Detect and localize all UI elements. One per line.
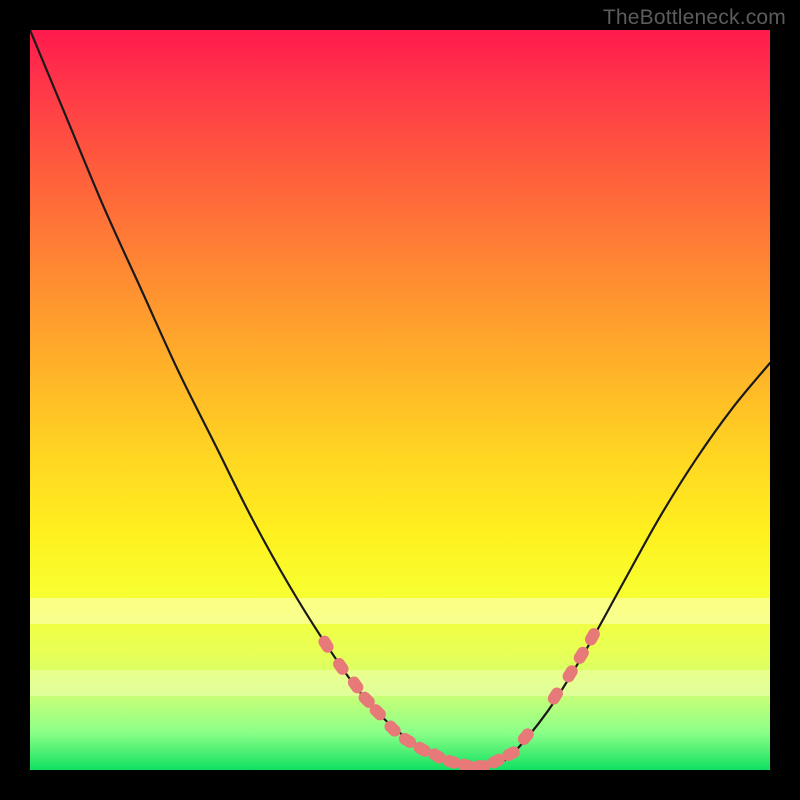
curve-marker (316, 633, 336, 655)
bottleneck-curve-line (30, 30, 770, 768)
curve-marker (331, 656, 351, 678)
curve-markers-group (316, 626, 602, 770)
watermark-text: TheBottleneck.com (603, 6, 786, 30)
chart-plot-area (30, 30, 770, 770)
curve-svg (30, 30, 770, 770)
curve-marker (583, 626, 602, 648)
